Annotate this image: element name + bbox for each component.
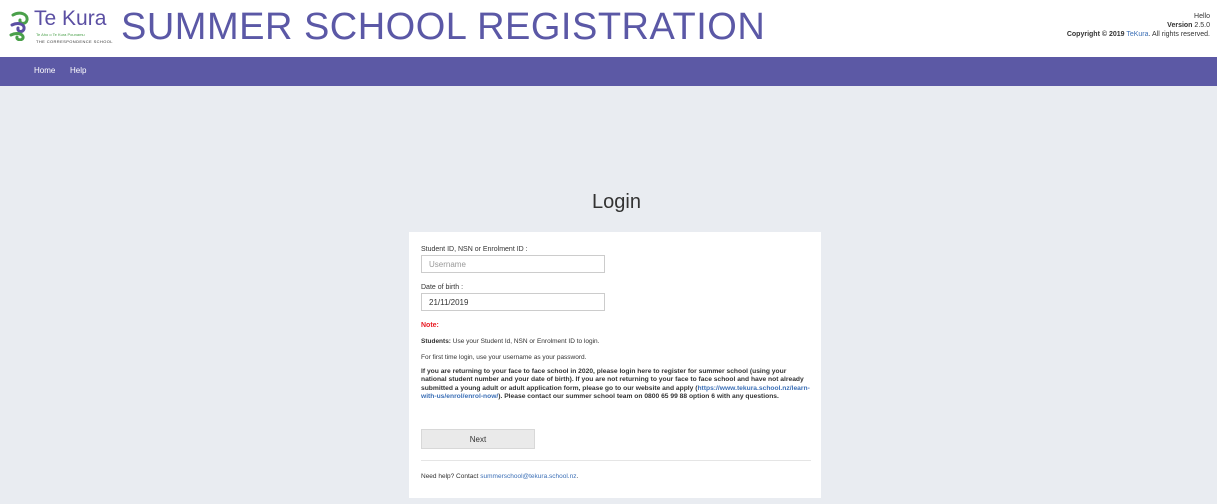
logo-subtitle: THE CORRESPONDENCE SCHOOL [36, 39, 113, 44]
dob-input[interactable] [421, 293, 605, 311]
version-value: 2.5.0 [1194, 22, 1210, 29]
username-input[interactable] [421, 255, 605, 273]
help-line: Need help? Contact summerschool@tekura.s… [421, 472, 578, 481]
help-suffix: . [576, 473, 579, 480]
login-title: Login [592, 191, 641, 213]
version-label: Version [1167, 22, 1193, 29]
te-kura-logo[interactable]: Te Kura Te Aho o Te Kura Pounamu THE COR… [8, 7, 113, 49]
note-label: Note: [421, 322, 439, 329]
students-label: Students: [421, 338, 451, 345]
returning-students-notice: If you are returning to your face to fac… [421, 368, 813, 401]
students-instruction: Students: Use your Student Id, NSN or En… [421, 337, 599, 346]
students-text: Use your Student Id, NSN or Enrolment ID… [450, 338, 600, 345]
header: Te Kura Te Aho o Te Kura Pounamu THE COR… [0, 0, 1217, 57]
logo-tagline: Te Aho o Te Kura Pounamu [36, 32, 85, 37]
next-button[interactable]: Next [421, 429, 535, 449]
copyright-link[interactable]: TeKura [1126, 31, 1148, 38]
te-kura-koru-icon [9, 11, 29, 41]
version-info: Version 2.5.0 [1067, 21, 1210, 30]
copyright-prefix: Copyright © 2019 [1066, 31, 1125, 38]
navbar: Home Help [0, 57, 1217, 86]
first-login-instruction: For first time login, use your username … [421, 354, 587, 361]
help-prefix: Need help? Contact [421, 473, 481, 480]
help-email-link[interactable]: summerschool@tekura.school.nz [480, 473, 576, 480]
divider [421, 460, 811, 461]
copyright: Copyright © 2019 TeKura. All rights rese… [1067, 30, 1210, 39]
dob-label: Date of birth : [421, 284, 464, 291]
header-info: Hello Version 2.5.0 Copyright © 2019 TeK… [1067, 12, 1210, 39]
nav-home[interactable]: Home [34, 66, 55, 76]
returning-text-2: ). Please contact our summer school team… [498, 392, 779, 400]
logo-name: Te Kura [34, 7, 107, 30]
login-card: Student ID, NSN or Enrolment ID : Date o… [409, 232, 821, 498]
greeting: Hello [1194, 13, 1210, 20]
copyright-suffix: . All rights reserved. [1148, 31, 1210, 38]
username-label: Student ID, NSN or Enrolment ID : [421, 246, 528, 253]
nav-help[interactable]: Help [70, 66, 86, 76]
app-title: SUMMER SCHOOL REGISTRATION [121, 6, 766, 48]
